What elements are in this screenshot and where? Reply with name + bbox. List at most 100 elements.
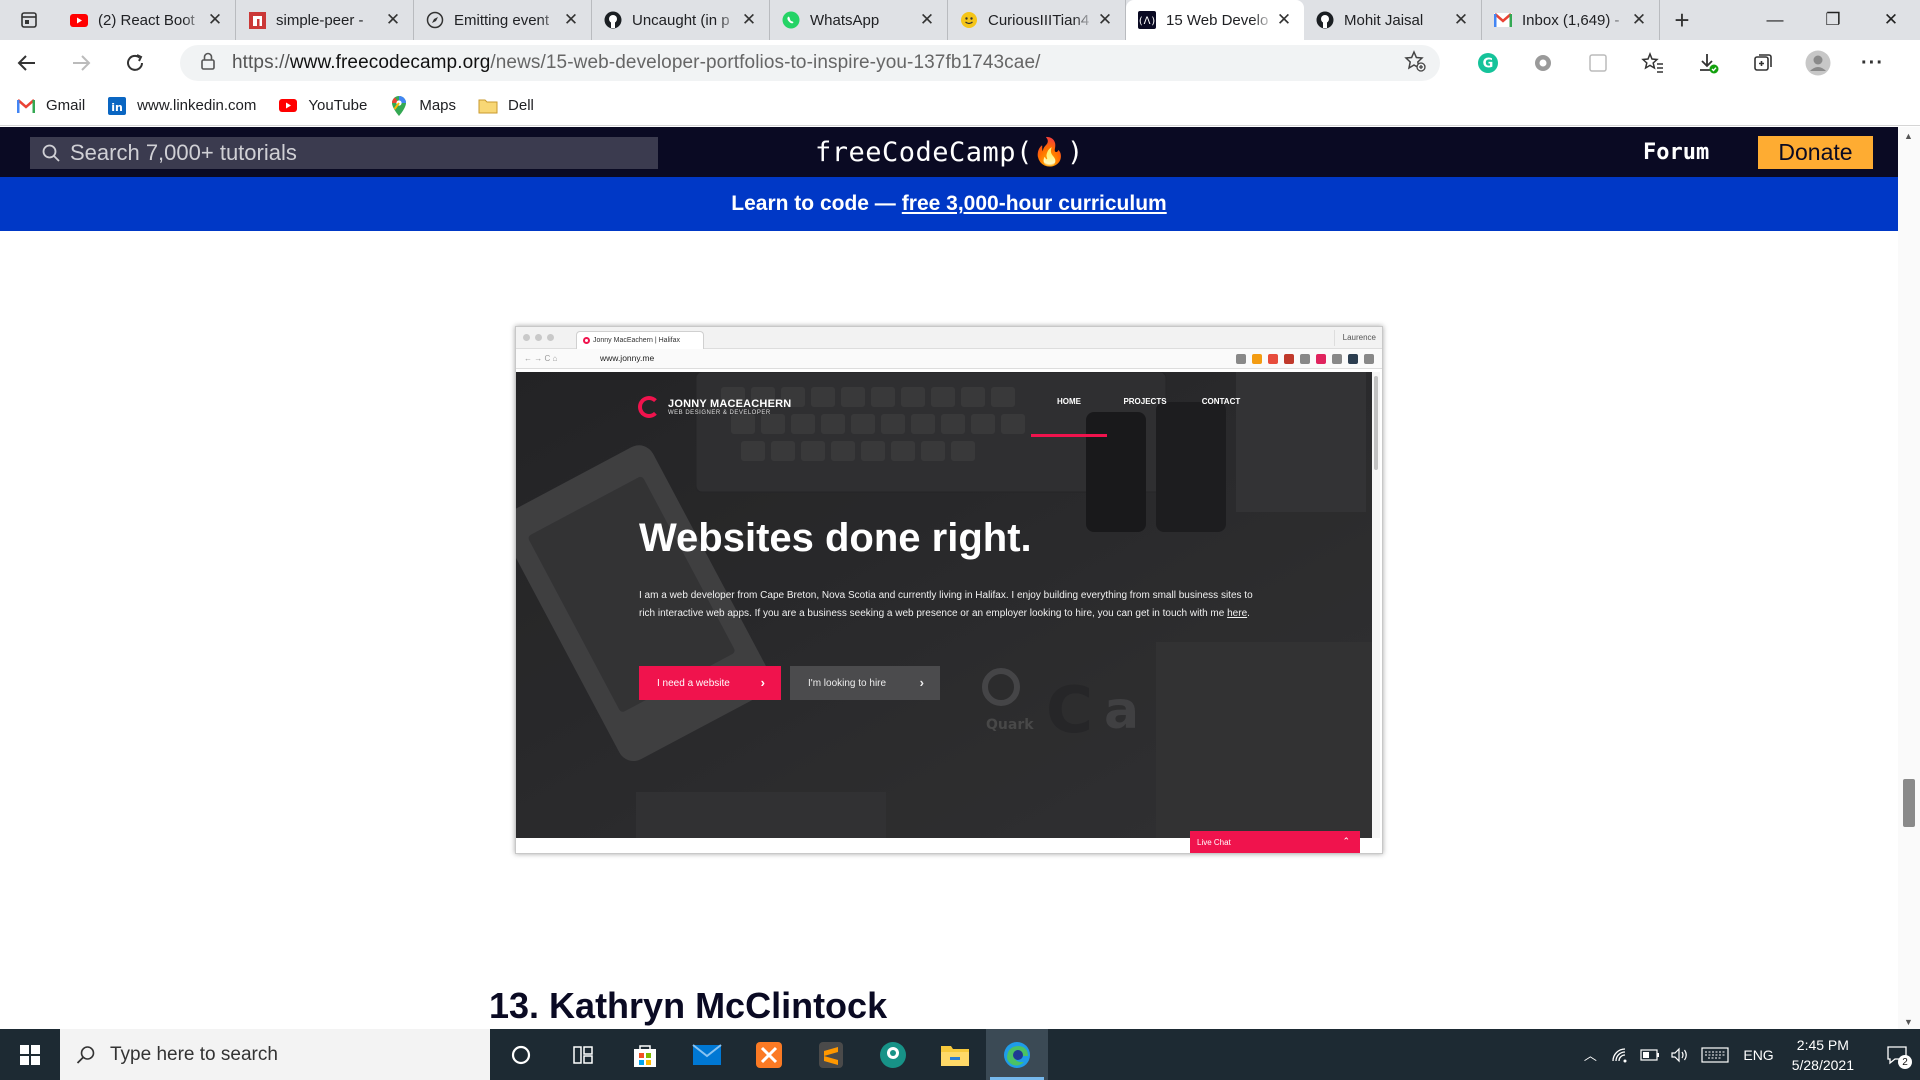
input-language[interactable]: ENG xyxy=(1743,1047,1773,1063)
tab-gmail-inbox[interactable]: Inbox (1,649) - ✕ xyxy=(1482,0,1660,40)
volume-button[interactable] xyxy=(1665,1029,1695,1080)
grammarly-extension-button[interactable]: G xyxy=(1460,40,1515,86)
address-bar[interactable]: https://www.freecodecamp.org/news/15-web… xyxy=(180,45,1440,81)
restore-button[interactable]: ❐ xyxy=(1804,0,1862,40)
portfolio-logo[interactable]: JONNY MACEACHERN WEB DESIGNER & DEVELOPE… xyxy=(638,396,791,418)
window-dots xyxy=(523,334,554,341)
gitkraken-button[interactable] xyxy=(862,1029,924,1080)
reload-button[interactable] xyxy=(108,40,162,86)
close-tab-icon[interactable]: ✕ xyxy=(561,10,581,30)
close-tab-icon[interactable]: ✕ xyxy=(383,10,403,30)
keyboard-button[interactable] xyxy=(1695,1029,1735,1080)
freecodecamp-icon: (ᐱ) xyxy=(1138,11,1156,29)
minimize-button[interactable]: — xyxy=(1746,0,1804,40)
tab-title: Emitting event xyxy=(454,11,550,29)
downloads-button[interactable] xyxy=(1680,40,1735,86)
forum-link[interactable]: Forum xyxy=(1643,140,1709,165)
browser-toolbar: https://www.freecodecamp.org/news/15-web… xyxy=(0,40,1920,86)
tab-title: (2) React Boot xyxy=(98,11,195,29)
store-button[interactable] xyxy=(614,1029,676,1080)
settings-menu-button[interactable]: ··· xyxy=(1845,40,1900,86)
network-button[interactable] xyxy=(1605,1029,1635,1080)
tab-freecodecamp-active[interactable]: (ᐱ) 15 Web Develo ✕ xyxy=(1126,0,1304,40)
close-tab-icon[interactable]: ✕ xyxy=(917,10,937,30)
scroll-down-icon[interactable]: ▼ xyxy=(1904,1017,1913,1027)
close-tab-icon[interactable]: ✕ xyxy=(739,10,759,30)
tab-title: simple-peer - xyxy=(276,11,364,29)
xampp-button[interactable] xyxy=(738,1029,800,1080)
live-chat-label: Live Chat xyxy=(1197,837,1231,847)
collections-button[interactable] xyxy=(1735,40,1790,86)
tab-title: Inbox (1,649) - xyxy=(1522,11,1620,29)
tab-actions-button[interactable] xyxy=(0,0,58,40)
fcc-search-input[interactable] xyxy=(70,140,630,166)
menu-projects[interactable]: PROJECTS xyxy=(1107,397,1183,437)
fcc-search-box[interactable] xyxy=(30,137,658,169)
start-button[interactable] xyxy=(0,1029,60,1080)
action-center-button[interactable]: 2 xyxy=(1874,1029,1920,1080)
close-icon: ✕ xyxy=(1883,10,1899,29)
show-hidden-icons-button[interactable]: ︿ xyxy=(1575,1029,1605,1080)
bookmark-gmail[interactable]: Gmail xyxy=(16,96,85,116)
battery-button[interactable] xyxy=(1635,1029,1665,1080)
tab-emitting-event[interactable]: Emitting event ✕ xyxy=(414,0,592,40)
edge-button[interactable] xyxy=(986,1029,1048,1080)
taskbar-search[interactable] xyxy=(60,1029,490,1080)
bookmark-label: Dell xyxy=(508,97,534,114)
page-scrollbar[interactable]: ▲ ▼ xyxy=(1898,127,1920,1029)
menu-contact[interactable]: CONTACT xyxy=(1183,397,1259,437)
bookmark-dell-folder[interactable]: Dell xyxy=(478,96,534,116)
bookmark-maps[interactable]: Maps xyxy=(389,95,457,116)
bookmark-linkedin[interactable]: in www.linkedin.com xyxy=(107,96,256,116)
arrow-left-icon xyxy=(17,55,35,71)
tab-whatsapp[interactable]: WhatsApp ✕ xyxy=(770,0,948,40)
fcc-logo[interactable]: freeCodeCamp(🔥) xyxy=(815,136,1084,168)
close-tab-icon[interactable]: ✕ xyxy=(1095,10,1115,30)
scroll-up-icon[interactable]: ▲ xyxy=(1904,131,1913,141)
github-icon xyxy=(604,11,622,29)
profile-button[interactable] xyxy=(1790,40,1845,86)
task-view-button[interactable] xyxy=(552,1029,614,1080)
menu-home[interactable]: HOME xyxy=(1031,397,1107,437)
cortana-button[interactable] xyxy=(490,1029,552,1080)
gmail-icon xyxy=(1494,11,1512,29)
new-tab-button[interactable]: + xyxy=(1660,0,1704,40)
clock[interactable]: 2:45 PM 5/28/2021 xyxy=(1792,1035,1854,1075)
more-icon: ··· xyxy=(1861,51,1884,74)
close-tab-icon[interactable]: ✕ xyxy=(1274,10,1294,30)
forward-button[interactable] xyxy=(54,40,108,86)
tab-mohit-jaisal[interactable]: Mohit Jaisal ✕ xyxy=(1304,0,1482,40)
settings-extension-button[interactable] xyxy=(1515,40,1570,86)
taskbar-search-input[interactable] xyxy=(110,1043,470,1066)
youtube-icon xyxy=(70,11,88,29)
extension-button[interactable] xyxy=(1570,40,1625,86)
scrollbar-thumb[interactable] xyxy=(1903,779,1915,827)
bookmark-youtube[interactable]: YouTube xyxy=(278,96,367,116)
close-window-button[interactable]: ✕ xyxy=(1862,0,1920,40)
back-button[interactable] xyxy=(0,40,54,86)
live-chat-widget[interactable]: Live Chat ⌃ xyxy=(1190,831,1360,853)
close-tab-icon[interactable]: ✕ xyxy=(1629,10,1649,30)
file-explorer-icon xyxy=(941,1045,969,1066)
tab-youtube-react[interactable]: (2) React Boot ✕ xyxy=(58,0,236,40)
bookmark-label: Maps xyxy=(419,97,457,114)
tab-curious-iiitian[interactable]: CuriousIIITian4 ✕ xyxy=(948,0,1126,40)
donate-button[interactable]: Donate xyxy=(1758,136,1873,169)
file-explorer-button[interactable] xyxy=(924,1029,986,1080)
mail-button[interactable] xyxy=(676,1029,738,1080)
tab-uncaught[interactable]: Uncaught (in p ✕ xyxy=(592,0,770,40)
looking-to-hire-button[interactable]: I'm looking to hire › xyxy=(790,666,940,700)
close-tab-icon[interactable]: ✕ xyxy=(1451,10,1471,30)
favorites-button[interactable] xyxy=(1625,40,1680,86)
need-website-button[interactable]: I need a website › xyxy=(639,666,781,700)
add-favorite-icon[interactable] xyxy=(1404,49,1426,77)
tab-simple-peer[interactable]: simple-peer - ✕ xyxy=(236,0,414,40)
swirl-logo-icon xyxy=(638,396,660,418)
hero-here-link[interactable]: here xyxy=(1227,608,1247,619)
svg-text:in: in xyxy=(111,101,123,114)
url-text: https://www.freecodecamp.org/news/15-web… xyxy=(232,52,1404,74)
sublime-button[interactable] xyxy=(800,1029,862,1080)
grammarly-icon: G xyxy=(1477,53,1498,73)
curriculum-link[interactable]: free 3,000-hour curriculum xyxy=(902,192,1167,216)
close-tab-icon[interactable]: ✕ xyxy=(205,10,225,30)
